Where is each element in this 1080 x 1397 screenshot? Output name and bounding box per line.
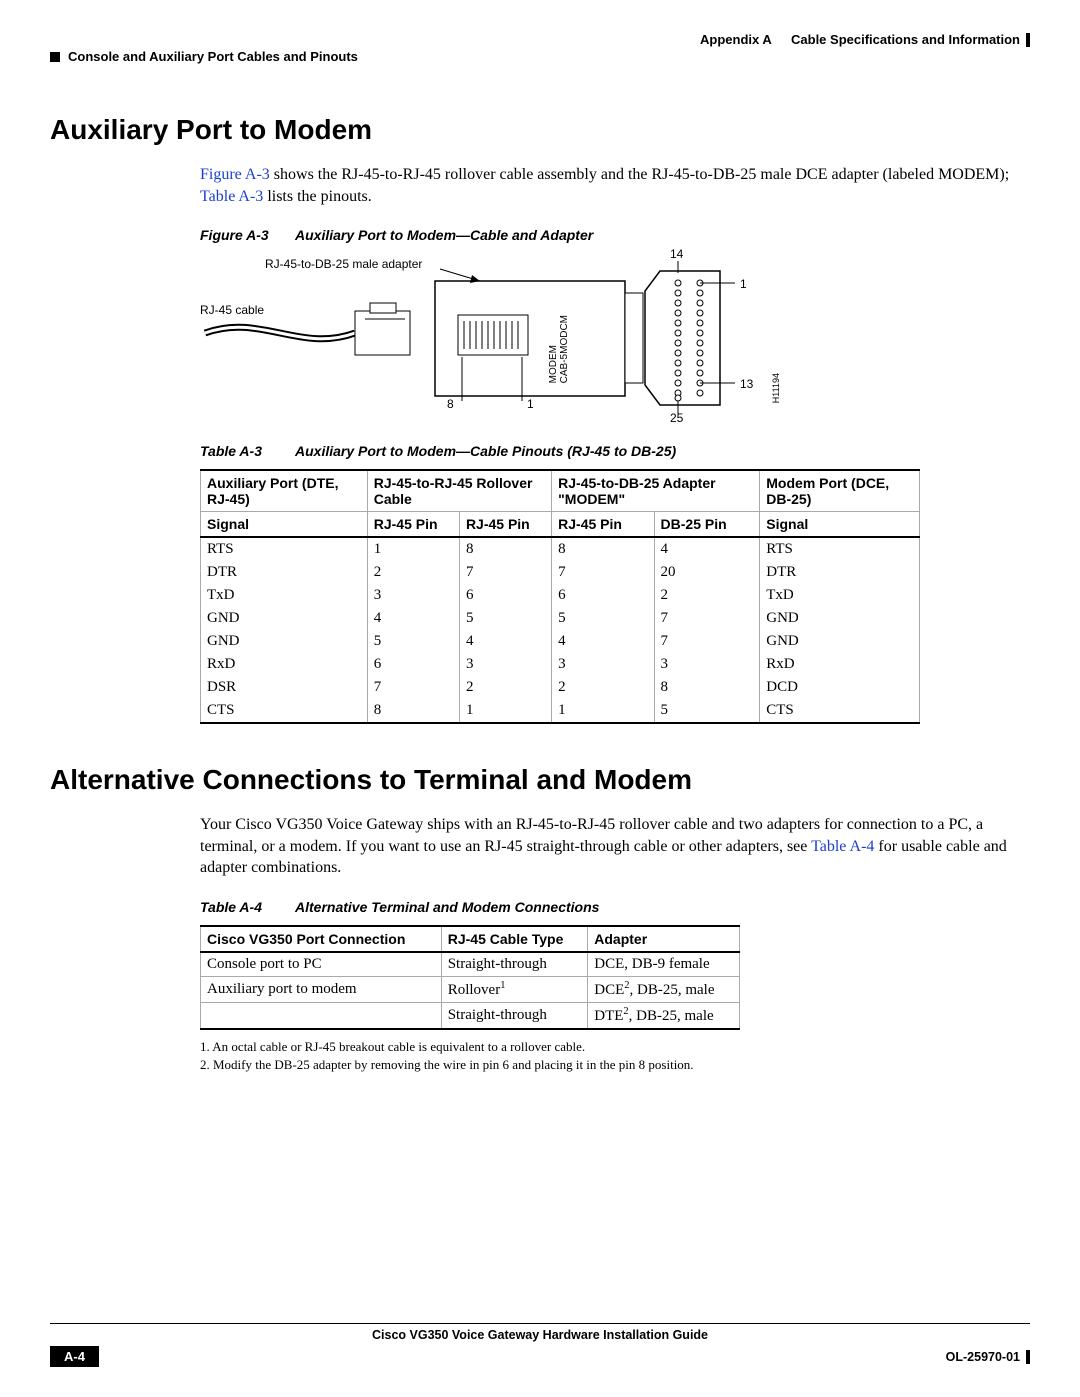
table-a3: Auxiliary Port (DTE, RJ-45) RJ-45-to-RJ-… [200,469,920,724]
heading-alt-conn: Alternative Connections to Terminal and … [50,764,1030,796]
fig-label-adapter: RJ-45-to-DB-25 male adapter [265,257,422,271]
fig-label-cable: RJ-45 cable [200,303,264,317]
table-row: Straight-through DTE2, DB-25, male [201,1002,740,1029]
heading-aux-port: Auxiliary Port to Modem [50,114,1030,146]
footer-bar-icon [1026,1350,1030,1364]
table-row: GND5447GND [201,630,920,653]
appendix-title: Cable Specifications and Information [791,32,1020,47]
page-header: Appendix A Cable Specifications and Info… [50,32,1030,47]
link-table-a3[interactable]: Table A-3 [200,188,263,205]
table-row: DTR27720DTR [201,561,920,584]
intro-paragraph-1: Figure A-3 shows the RJ-45-to-RJ-45 roll… [200,164,1030,207]
table-a4: Cisco VG350 Port Connection RJ-45 Cable … [200,925,740,1030]
fig-pin-13: 13 [740,377,753,391]
fig-pin-1b: 1 [527,397,534,411]
fig-pin-1: 1 [740,277,747,291]
table-row: GND4557GND [201,607,920,630]
table-row: DSR7228DCD [201,676,920,699]
figure-a3: RJ-45-to-DB-25 male adapter RJ-45 cable … [200,253,840,423]
header-bar-icon [1026,33,1030,47]
book-title: Cisco VG350 Voice Gateway Hardware Insta… [50,1323,1030,1342]
link-figure-a3[interactable]: Figure A-3 [200,166,270,183]
square-bullet-icon [50,52,60,62]
fig-pin-14: 14 [670,247,683,261]
fig-label-modem-v: MODEMCAB-5MODCM [548,315,570,383]
doc-id: OL-25970-01 [946,1350,1020,1364]
appendix-label: Appendix A [700,32,772,47]
table-row: TxD3662TxD [201,584,920,607]
page-number: A-4 [50,1346,99,1367]
fig-pin-25: 25 [670,411,683,425]
footnotes: 1. An octal cable or RJ-45 breakout cabl… [200,1038,1030,1074]
section-breadcrumb: Console and Auxiliary Port Cables and Pi… [50,49,1030,64]
table-row: Auxiliary port to modem Rollover1 DCE2, … [201,976,740,1002]
fig-hnum: H11194 [772,373,782,403]
table-row: RxD6333RxD [201,653,920,676]
fig-pin-8: 8 [447,397,454,411]
intro-paragraph-2: Your Cisco VG350 Voice Gateway ships wit… [200,814,1030,879]
table-a3-caption: Table A-3Auxiliary Port to Modem—Cable P… [200,443,1030,459]
link-table-a4[interactable]: Table A-4 [811,838,874,855]
figure-caption: Figure A-3Auxiliary Port to Modem—Cable … [200,227,1030,243]
table-row: CTS8115CTS [201,699,920,723]
table-row: Console port to PC Straight-through DCE,… [201,952,740,977]
section-name: Console and Auxiliary Port Cables and Pi… [68,49,358,64]
table-row: RTS1884RTS [201,537,920,561]
page-footer: Cisco VG350 Voice Gateway Hardware Insta… [50,1323,1030,1367]
table-a4-caption: Table A-4Alternative Terminal and Modem … [200,899,1030,915]
